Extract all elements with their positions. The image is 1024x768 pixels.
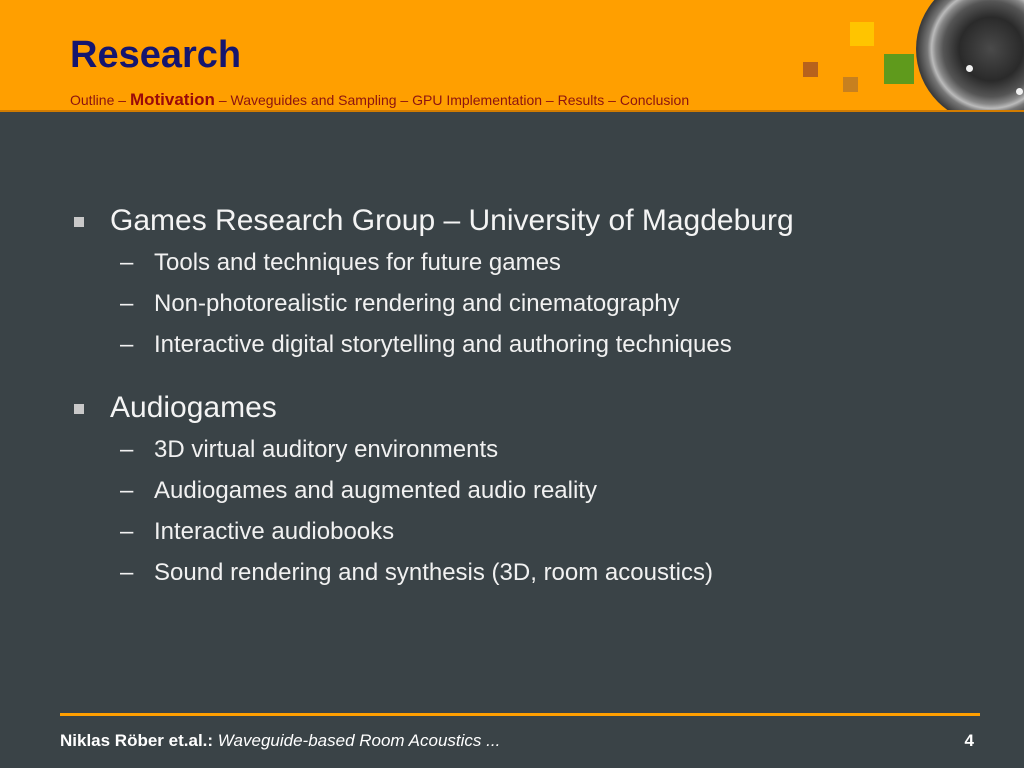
bullet-text: Games Research Group – University of Mag… [110,204,794,237]
footer-citation: Niklas Röber et.al.: Waveguide-based Roo… [60,731,500,751]
sub-bullet-item: – Tools and techniques for future games [70,242,970,283]
sub-bullet-item: – 3D virtual auditory environments [70,429,970,470]
sub-bullet-text: 3D virtual auditory environments [154,436,499,463]
footer-author: Niklas Röber et.al.: [60,731,214,750]
dash-marker: – [120,436,134,463]
breadcrumb-after: – Waveguides and Sampling – GPU Implemen… [214,92,690,108]
slide-title: Research [70,34,242,76]
sub-bullet-text: Interactive audiobooks [154,518,395,545]
dash-marker: – [120,331,134,358]
breadcrumb-before: Outline – [70,92,130,108]
dash-marker: – [120,249,134,276]
square-bullet-icon [74,217,84,227]
speaker-screw-icon [1016,88,1023,95]
deco-square-green [884,54,914,84]
slide-header: Research Outline – Motivation – Waveguid… [0,0,1024,112]
bullet-block: Audiogames – 3D virtual auditory environ… [70,387,970,593]
dash-marker: – [120,518,134,545]
square-bullet-icon [74,404,84,414]
speaker-icon [916,0,1024,110]
deco-square-brown [803,62,818,77]
sub-bullet-text: Tools and techniques for future games [154,249,561,276]
sub-bullet-text: Non-photorealistic rendering and cinemat… [154,290,680,317]
footer-work-title: Waveguide-based Room Acoustics ... [217,731,501,750]
bullet-text: Audiogames [110,391,277,424]
footer-divider [60,713,980,716]
sub-bullet-item: – Sound rendering and synthesis (3D, roo… [70,552,970,593]
sub-bullet-item: – Audiogames and augmented audio reality [70,470,970,511]
dash-marker: – [120,290,134,317]
dash-marker: – [120,559,134,586]
bullet-block: Games Research Group – University of Mag… [70,200,970,365]
deco-square-tan [843,77,858,92]
sub-bullet-item: – Interactive digital storytelling and a… [70,324,970,365]
breadcrumb-active: Motivation [129,90,215,109]
sub-bullet-item: – Interactive audiobooks [70,511,970,552]
sub-bullet-text: Sound rendering and synthesis (3D, room … [154,559,713,586]
page-number: 4 [964,731,974,750]
bullet-item: Audiogames [70,387,970,429]
sub-bullet-text: Audiogames and augmented audio reality [154,477,597,504]
sub-bullet-text: Interactive digital storytelling and aut… [154,331,732,358]
bullet-item: Games Research Group – University of Mag… [70,200,970,242]
sub-bullet-item: – Non-photorealistic rendering and cinem… [70,283,970,324]
breadcrumb: Outline – Motivation – Waveguides and Sa… [70,90,689,110]
speaker-screw-icon [966,65,973,72]
dash-marker: – [120,477,134,504]
slide-content: Games Research Group – University of Mag… [70,200,970,615]
deco-square-yellow [850,22,874,46]
